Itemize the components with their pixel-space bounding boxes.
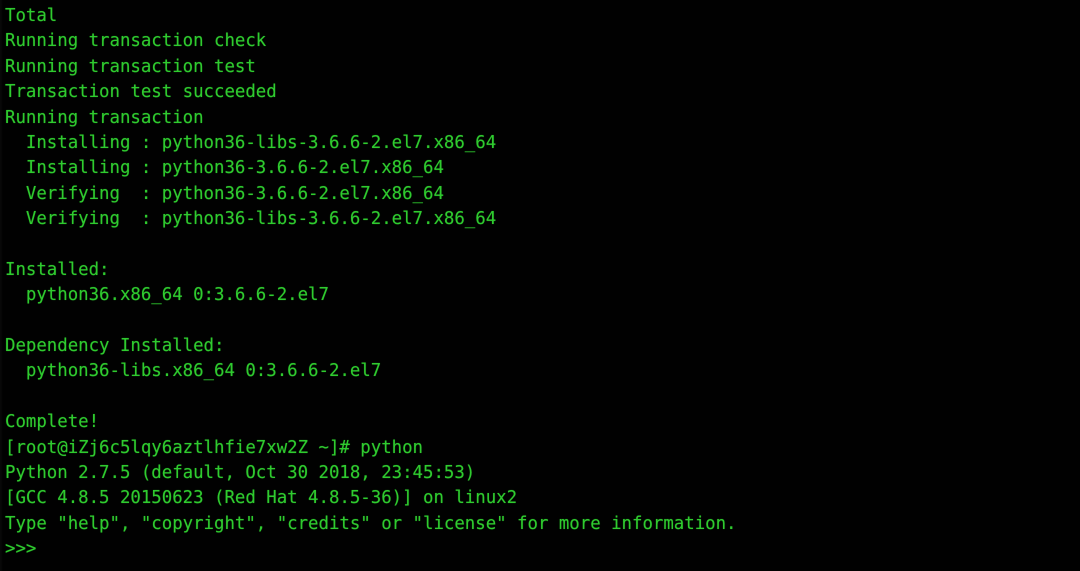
terminal-line: Running transaction check: [5, 31, 267, 52]
terminal-line: Python 2.7.5 (default, Oct 30 2018, 23:4…: [5, 463, 476, 484]
terminal-line: Installing : python36-3.6.6-2.el7.x86_64: [5, 158, 444, 179]
terminal-line: Installing : python36-libs-3.6.6-2.el7.x…: [5, 132, 497, 153]
terminal-line: Running transaction test: [5, 56, 256, 77]
terminal-line: Transaction test succeeded: [5, 82, 277, 103]
terminal-line: python36.x86_64 0:3.6.6-2.el7: [5, 285, 329, 306]
terminal-line: [GCC 4.8.5 20150623 (Red Hat 4.8.5-36)] …: [5, 488, 518, 509]
terminal-line: Verifying : python36-libs-3.6.6-2.el7.x8…: [5, 209, 497, 230]
terminal-output[interactable]: Total Running transaction check Running tr…: [5, 4, 1080, 563]
terminal-line: Installed:: [5, 259, 110, 280]
terminal-line: Verifying : python36-3.6.6-2.el7.x86_64: [5, 183, 444, 204]
terminal-line: python36-libs.x86_64 0:3.6.6-2.el7: [5, 361, 382, 382]
terminal-line: [root@iZj6c5lqy6aztlhfie7xw2Z ~]# python: [5, 437, 424, 458]
terminal-line: Complete!: [5, 412, 100, 433]
terminal-line: Dependency Installed:: [5, 336, 225, 357]
terminal-line: >>>: [5, 539, 37, 560]
terminal-line: Running transaction: [5, 107, 204, 128]
terminal-line: Total: [5, 6, 58, 26]
terminal-line: Type "help", "copyright", "credits" or "…: [5, 513, 737, 534]
terminal-window[interactable]: Total Running transaction check Running tr…: [0, 0, 1080, 571]
